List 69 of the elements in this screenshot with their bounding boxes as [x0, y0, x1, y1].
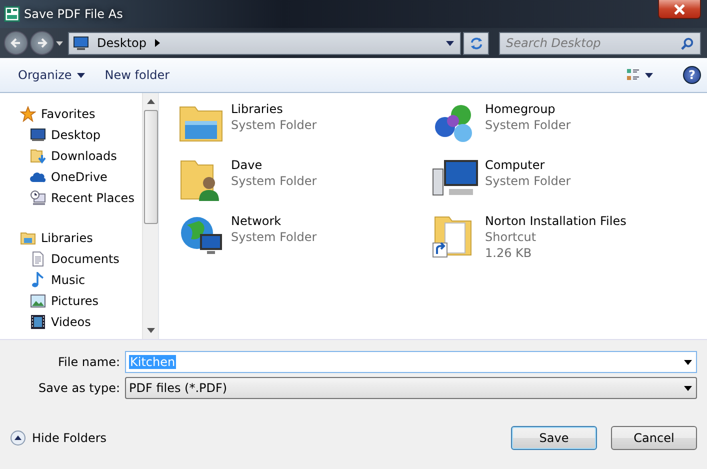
- dropdown-caret-icon[interactable]: [446, 40, 454, 46]
- scroll-thumb[interactable]: [144, 110, 158, 224]
- file-type: System Folder: [485, 173, 571, 189]
- search-icon: [681, 36, 694, 50]
- scroll-up-icon[interactable]: [146, 99, 154, 104]
- sidebar-item[interactable]: Desktop: [0, 124, 142, 145]
- address-path[interactable]: Desktop: [97, 36, 146, 50]
- picture-icon: [30, 292, 46, 308]
- history-caret-icon[interactable]: [56, 40, 63, 46]
- file-name[interactable]: Dave: [231, 157, 317, 173]
- sidebar-item[interactable]: Pictures: [0, 290, 142, 311]
- dropdown-caret-icon[interactable]: [684, 360, 692, 364]
- music-note-icon: [30, 272, 46, 288]
- download-folder-icon: [30, 148, 46, 164]
- forward-button[interactable]: [30, 31, 54, 55]
- search-field[interactable]: Search Desktop: [499, 32, 701, 54]
- forward-arrow-icon: [36, 37, 48, 49]
- recent-places-icon: [30, 190, 46, 206]
- desktop-icon: [73, 35, 89, 51]
- sidebar-item[interactable]: Music: [0, 269, 142, 290]
- file-name[interactable]: Libraries: [231, 101, 317, 117]
- file-name[interactable]: Norton Installation Files: [485, 213, 626, 229]
- file-name[interactable]: Computer: [485, 157, 571, 173]
- library-folder-icon: [20, 230, 36, 246]
- sidebar-item[interactable]: OneDrive: [0, 166, 142, 187]
- file-type: System Folder: [231, 173, 317, 189]
- organize-button[interactable]: Organize: [10, 65, 93, 85]
- file-type: Shortcut: [485, 229, 538, 245]
- sidebar-item[interactable]: Videos: [0, 311, 142, 332]
- file-name[interactable]: Homegroup: [485, 101, 571, 117]
- scrollbar[interactable]: [142, 93, 158, 339]
- caret-icon: [645, 72, 653, 78]
- cancel-button[interactable]: Cancel: [611, 426, 697, 450]
- help-button[interactable]: ?: [683, 66, 701, 84]
- close-icon: [674, 4, 685, 14]
- dropdown-caret-icon: [684, 386, 692, 390]
- sidebar-item[interactable]: Recent Places: [0, 187, 142, 208]
- back-button[interactable]: [4, 31, 28, 55]
- file-size: 1.26 KB: [485, 245, 533, 261]
- caret-icon: [76, 72, 85, 78]
- breadcrumb-arrow-icon[interactable]: [154, 39, 160, 47]
- close-button[interactable]: [658, 0, 701, 19]
- desktop-icon: [30, 126, 46, 142]
- document-icon: [30, 250, 46, 266]
- sidebar-group[interactable]: Favorites: [0, 103, 142, 124]
- collapse-up-icon: [10, 430, 26, 446]
- film-strip-icon: [30, 314, 46, 330]
- view-list-icon: [626, 68, 640, 82]
- field-label: Save as type:: [37, 381, 121, 395]
- file-type: System Folder: [231, 229, 317, 245]
- refresh-button[interactable]: [463, 32, 489, 54]
- star-icon: [20, 106, 36, 122]
- file-type: System Folder: [231, 117, 317, 133]
- hide-folders-button[interactable]: Hide Folders: [10, 430, 107, 446]
- scroll-down-icon[interactable]: [146, 328, 154, 333]
- sidebar-group[interactable]: Libraries: [0, 227, 142, 248]
- save-button[interactable]: Save: [511, 426, 597, 450]
- file-name[interactable]: Network: [231, 213, 317, 229]
- sidebar-item[interactable]: Documents: [0, 248, 142, 269]
- app-icon: [4, 6, 20, 22]
- field-label: File name:: [57, 355, 121, 369]
- file-type-dropdown[interactable]: PDF files (*.PDF): [125, 377, 697, 399]
- refresh-icon: [468, 36, 484, 50]
- file-type: System Folder: [485, 117, 571, 133]
- new-folder-button[interactable]: New folder: [96, 65, 178, 85]
- address-bar[interactable]: Desktop: [68, 32, 461, 54]
- window-title: Save PDF File As: [24, 7, 123, 21]
- sidebar-item[interactable]: Downloads: [0, 145, 142, 166]
- back-arrow-icon: [10, 37, 22, 49]
